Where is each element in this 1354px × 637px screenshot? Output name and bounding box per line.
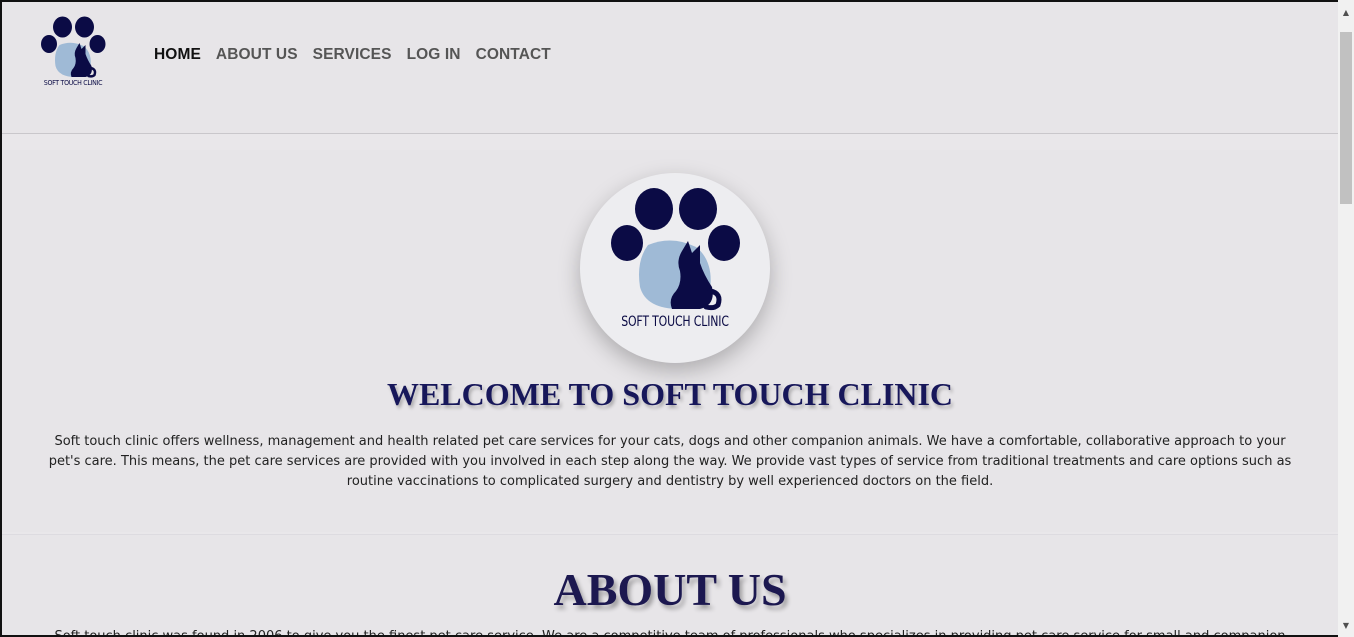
- main-nav: HOME ABOUT US SERVICES LOG IN CONTACT: [154, 46, 551, 64]
- header-logo[interactable]: SOFT TOUCH CLINIC: [38, 16, 108, 92]
- nav-contact[interactable]: CONTACT: [476, 46, 551, 64]
- vertical-scrollbar[interactable]: ▲ ▼: [1338, 0, 1354, 637]
- nav-log-in[interactable]: LOG IN: [407, 46, 461, 64]
- nav-home[interactable]: HOME: [154, 46, 201, 64]
- scrollbar-thumb[interactable]: [1340, 32, 1352, 204]
- nav-services[interactable]: SERVICES: [313, 46, 392, 64]
- welcome-heading: WELCOME TO SOFT TOUCH CLINIC: [386, 376, 954, 412]
- hero-logo-text: SOFT TOUCH CLINIC: [621, 314, 729, 330]
- hero-logo-circle: SOFT TOUCH CLINIC: [580, 173, 770, 363]
- paw-cat-logo-icon: [41, 16, 106, 78]
- welcome-paragraph: Soft touch clinic offers wellness, manag…: [48, 434, 1292, 489]
- welcome-section: SOFT TOUCH CLINIC WELCOME TO SOFT TOUCH …: [2, 150, 1338, 532]
- browser-viewport: SOFT TOUCH CLINIC HOME ABOUT US SERVICES…: [0, 0, 1338, 637]
- about-heading: ABOUT US: [553, 564, 787, 615]
- header-logo-text: SOFT TOUCH CLINIC: [43, 79, 103, 87]
- about-paragraph: Soft touch clinic was found in 2006 to g…: [54, 629, 1286, 637]
- scroll-down-arrow-icon[interactable]: ▼: [1338, 617, 1354, 633]
- about-section: ABOUT US Soft touch clinic was found in …: [2, 534, 1338, 637]
- scroll-up-arrow-icon[interactable]: ▲: [1338, 4, 1354, 20]
- nav-about-us[interactable]: ABOUT US: [216, 46, 298, 64]
- paw-cat-logo-icon: [611, 188, 740, 311]
- site-header: SOFT TOUCH CLINIC HOME ABOUT US SERVICES…: [2, 2, 1338, 134]
